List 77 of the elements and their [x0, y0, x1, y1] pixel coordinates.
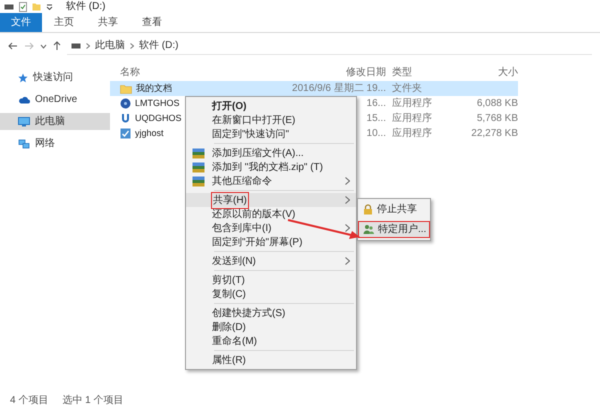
- nav-item[interactable]: OneDrive: [0, 91, 110, 108]
- archive-icon: [192, 148, 205, 158]
- size-cell: 22,278 KB: [471, 128, 518, 139]
- file-name: LMTGHOS: [135, 96, 180, 110]
- date-cell: 10...: [366, 128, 386, 139]
- type-cell: 应用程序: [392, 128, 432, 139]
- menu-item[interactable]: 固定到"开始"屏幕(P): [186, 235, 356, 249]
- disc-icon: [120, 98, 131, 109]
- folder-icon: [32, 2, 41, 11]
- breadcrumb[interactable]: 此电脑: [95, 38, 125, 53]
- column-header[interactable]: 类型: [388, 64, 466, 80]
- nav-item[interactable]: 此电脑: [0, 113, 110, 130]
- window-title: 软件 (D:): [66, 0, 106, 14]
- date-cell: 2016/9/6 星期二 19...: [292, 83, 386, 94]
- menu-item[interactable]: 打开(O): [186, 99, 356, 113]
- chevron-right-icon: [86, 42, 90, 48]
- drive-icon: [71, 42, 81, 48]
- menu-item[interactable]: 停止共享: [359, 202, 429, 217]
- file-menu-button[interactable]: 文件: [0, 13, 42, 32]
- cloud-icon: [18, 96, 30, 104]
- back-arrow-icon: [8, 42, 18, 50]
- caret-icon: [46, 4, 53, 10]
- file-name: UQDGHOS: [135, 112, 182, 125]
- status-text: 选中 1 个项目: [62, 394, 124, 408]
- nav-item[interactable]: 快速访问: [0, 69, 110, 86]
- users-icon: [363, 224, 374, 235]
- column-header[interactable]: 修改日期: [290, 64, 388, 80]
- properties-icon: [19, 2, 27, 12]
- column-header[interactable]: 大小: [466, 64, 518, 80]
- archive-icon: [192, 176, 205, 186]
- size-cell: 6,088 KB: [476, 98, 518, 109]
- file-name: 我的文档: [136, 82, 172, 95]
- menu-item[interactable]: 共享(H): [186, 193, 356, 207]
- menu-item[interactable]: 剪切(T): [186, 273, 356, 287]
- ribbon-tab[interactable]: 主页: [42, 13, 86, 32]
- date-cell: 15...: [366, 113, 386, 124]
- drive-icon: [4, 4, 14, 10]
- chevron-right-icon: [130, 42, 134, 48]
- menu-item[interactable]: 创建快捷方式(S): [186, 306, 356, 320]
- application-icon: [120, 128, 131, 139]
- menu-item[interactable]: 发送到(N): [186, 254, 356, 268]
- up-arrow-icon: [53, 41, 61, 51]
- chevron-down-icon: [40, 44, 47, 48]
- folder-icon: [120, 84, 132, 94]
- nav-item[interactable]: 网络: [0, 135, 110, 152]
- lock-icon: [363, 204, 373, 215]
- column-header[interactable]: 名称: [110, 64, 290, 80]
- menu-item[interactable]: 包含到库中(I): [186, 221, 356, 235]
- forward-arrow-icon: [24, 42, 34, 50]
- type-cell: 应用程序: [392, 98, 432, 109]
- ribbon-tab[interactable]: 查看: [130, 13, 174, 32]
- u-shape-icon: [120, 113, 131, 124]
- network-icon: [18, 138, 30, 148]
- menu-item[interactable]: 特定用户...: [359, 222, 429, 237]
- menu-item[interactable]: 还原以前的版本(V): [186, 207, 356, 221]
- ribbon-tab[interactable]: 共享: [86, 13, 130, 32]
- menu-item[interactable]: 复制(C): [186, 287, 356, 301]
- type-cell: 应用程序: [392, 113, 432, 124]
- star-icon: [18, 72, 28, 82]
- menu-item[interactable]: 添加到压缩文件(A)...: [186, 146, 356, 160]
- archive-icon: [192, 162, 205, 172]
- menu-item[interactable]: 添加到 "我的文档.zip" (T): [186, 160, 356, 174]
- date-cell: 16...: [366, 98, 386, 109]
- address-bar[interactable]: 此电脑 软件 (D:): [67, 37, 592, 55]
- menu-item[interactable]: 在新窗口中打开(E): [186, 113, 356, 127]
- type-cell: 文件夹: [392, 83, 422, 94]
- computer-icon: [18, 116, 30, 126]
- selected-row[interactable]: 我的文档 2016/9/6 星期二 19... 文件夹: [110, 81, 518, 96]
- menu-item[interactable]: 属性(R): [186, 353, 356, 367]
- menu-item[interactable]: 删除(D): [186, 320, 356, 334]
- breadcrumb[interactable]: 软件 (D:): [139, 38, 178, 53]
- status-text: 4 个项目: [10, 394, 48, 408]
- file-name: yjghost: [135, 126, 164, 140]
- size-cell: 5,768 KB: [476, 113, 518, 124]
- menu-item[interactable]: 其他压缩命令: [186, 174, 356, 188]
- menu-item[interactable]: 重命名(M): [186, 334, 356, 348]
- menu-item[interactable]: 固定到"快速访问": [186, 127, 356, 141]
